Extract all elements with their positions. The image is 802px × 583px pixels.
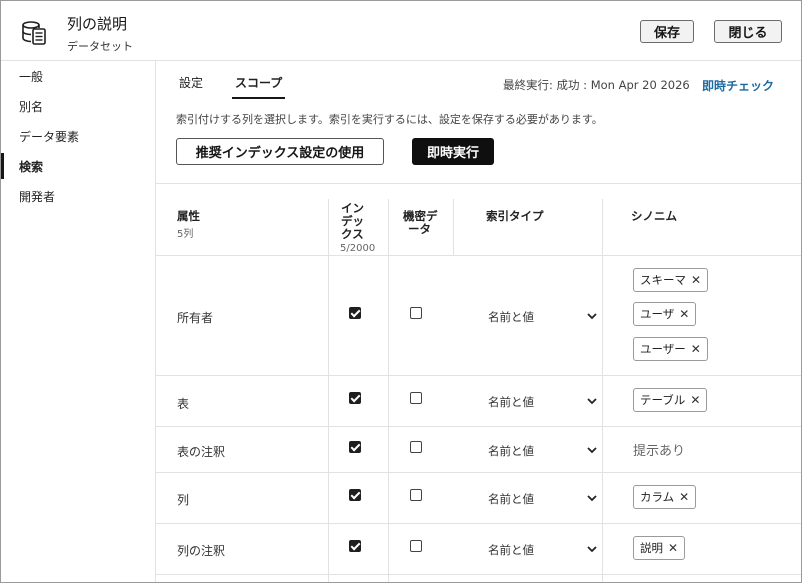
index-type-value: 名前と値 [488, 543, 534, 557]
attribute-name: 列 [177, 493, 190, 507]
dataset-icon [22, 21, 46, 45]
index-type-select[interactable]: 名前と値 [488, 307, 598, 325]
row-divider [156, 255, 801, 256]
header-index-line3: クス [341, 227, 364, 241]
synonym-chip[interactable]: カラム ✕ [633, 485, 697, 509]
close-icon[interactable]: ✕ [679, 490, 689, 504]
synonym-label: ユーザ [640, 307, 675, 321]
active-tab-indicator [232, 97, 285, 99]
sidebar-item-alias[interactable]: 別名 [1, 93, 155, 119]
header-attribute-count: 5列 [177, 229, 194, 240]
sidebar-item-search[interactable]: 検索 [1, 153, 155, 179]
close-icon[interactable]: ✕ [668, 541, 678, 555]
chevron-down-icon [587, 313, 597, 320]
sidebar-item-developer[interactable]: 開発者 [1, 183, 155, 209]
synonym-chip[interactable]: 説明 ✕ [633, 536, 686, 560]
sidebar-item-data-elements[interactable]: データ要素 [1, 123, 155, 149]
index-checkbox[interactable] [349, 392, 361, 404]
index-table: 属性 5列 イン デッ クス 5/2000 機密デ ータ 索引タイプ シノニム … [156, 183, 801, 582]
attribute-name: 表の注釈 [177, 445, 226, 459]
index-type-value: 名前と値 [488, 444, 534, 458]
sensitive-checkbox[interactable] [410, 307, 422, 319]
synonym-label: カラム [640, 490, 675, 504]
column-divider [388, 255, 389, 582]
sidebar-item-general[interactable]: 一般 [1, 63, 155, 89]
row-divider [156, 574, 801, 575]
synonym-label: ユーザー [640, 342, 686, 356]
row-divider [156, 523, 801, 524]
header-index-count: 5/2000 [340, 243, 376, 254]
sensitive-checkbox[interactable] [410, 489, 422, 501]
synonym-label: スキーマ [640, 273, 686, 287]
tab-settings[interactable]: 設定 [179, 74, 203, 91]
close-icon[interactable]: ✕ [690, 393, 700, 407]
synonym-chip[interactable]: テーブル ✕ [633, 388, 708, 412]
attribute-name: 所有者 [177, 311, 214, 325]
index-checkbox[interactable] [349, 540, 361, 552]
row-divider [156, 375, 801, 376]
synonym-chip[interactable]: ユーザー ✕ [633, 337, 708, 361]
synonym-input[interactable]: 提示あり [633, 440, 685, 459]
header-sensitive-line2: ータ [408, 222, 431, 236]
sidebar: 一般 別名 データ要素 検索 開発者 [1, 61, 156, 582]
column-divider [388, 199, 389, 255]
header-synonyms: シノニム [631, 209, 677, 223]
last-run-status: 最終実行: 成功 : Mon Apr 20 2026 [503, 78, 690, 92]
column-divider [328, 199, 329, 255]
index-type-select[interactable]: 名前と値 [488, 489, 598, 507]
synonym-chip[interactable]: ユーザ ✕ [633, 302, 697, 326]
sensitive-checkbox[interactable] [410, 540, 422, 552]
chevron-down-icon [587, 398, 597, 405]
index-type-value: 名前と値 [488, 310, 534, 324]
tab-scope[interactable]: スコープ [235, 74, 282, 91]
attribute-name: 表 [177, 397, 190, 411]
index-checkbox[interactable] [349, 441, 361, 453]
close-icon[interactable]: ✕ [691, 273, 701, 287]
synonym-label: テーブル [640, 393, 686, 407]
index-checkbox[interactable] [349, 489, 361, 501]
column-divider [602, 199, 603, 255]
index-checkbox[interactable] [349, 307, 361, 319]
page-title: 列の説明 [67, 15, 128, 33]
column-divider [328, 255, 329, 582]
instant-check-link[interactable]: 即時チェック [702, 77, 774, 94]
index-type-select[interactable]: 名前と値 [488, 392, 598, 410]
dialog-header: 列の説明 データセット 保存 閉じる [1, 1, 801, 61]
dialog: 列の説明 データセット 保存 閉じる 一般 別名 データ要素 検索 開発者 設定… [0, 0, 802, 583]
row-divider [156, 426, 801, 427]
synonym-chip[interactable]: スキーマ ✕ [633, 268, 709, 292]
sensitive-checkbox[interactable] [410, 441, 422, 453]
chevron-down-icon [587, 546, 597, 553]
save-button[interactable]: 保存 [640, 20, 694, 43]
close-icon[interactable]: ✕ [679, 307, 689, 321]
attribute-name: 列の注釈 [177, 544, 226, 558]
page-subtitle: データセット [67, 40, 133, 53]
close-button[interactable]: 閉じる [714, 20, 782, 43]
chevron-down-icon [587, 495, 597, 502]
scope-description: 索引付けする列を選択します。索引を実行するには、設定を保存する必要があります。 [176, 113, 603, 126]
synonym-label: 説明 [640, 541, 663, 555]
index-type-value: 名前と値 [488, 492, 534, 506]
close-icon[interactable]: ✕ [691, 342, 701, 356]
column-divider [602, 255, 603, 582]
index-type-value: 名前と値 [488, 395, 534, 409]
index-type-select[interactable]: 名前と値 [488, 441, 598, 459]
index-type-select[interactable]: 名前と値 [488, 540, 598, 558]
sensitive-checkbox[interactable] [410, 392, 422, 404]
run-now-button[interactable]: 即時実行 [412, 138, 494, 165]
header-attribute: 属性 [177, 209, 200, 223]
row-divider [156, 472, 801, 473]
column-divider [453, 199, 454, 255]
use-recommended-index-button[interactable]: 推奨インデックス設定の使用 [176, 138, 384, 165]
chevron-down-icon [587, 447, 597, 454]
header-index-type: 索引タイプ [486, 209, 544, 223]
